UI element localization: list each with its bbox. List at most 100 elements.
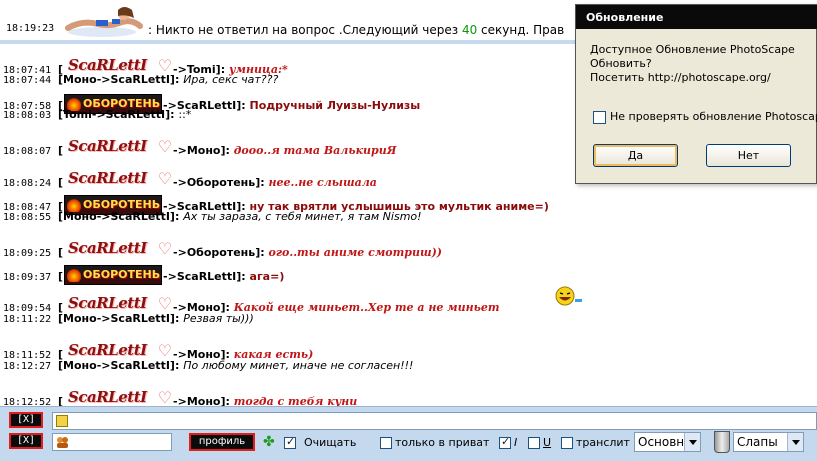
message-text: По любому минет, иначе не согласен!!!	[183, 359, 414, 372]
recipient-nick[interactable]: Оборотень	[187, 176, 255, 189]
font-select[interactable]: Основн	[634, 432, 701, 452]
private-only-checkbox[interactable]	[380, 437, 392, 449]
sender-nick[interactable]: Моно	[63, 73, 97, 86]
clear-message-button[interactable]: [X]	[9, 412, 43, 428]
recipient-nick[interactable]: ScaRLettI	[111, 312, 170, 325]
message-text: ::*	[178, 108, 192, 121]
bracket: ]:	[169, 73, 184, 86]
translit-checkbox[interactable]	[561, 437, 573, 449]
sender-nick[interactable]: Моно	[63, 312, 97, 325]
bracket: [	[58, 395, 64, 406]
dialog-line: Обновить?	[590, 57, 652, 70]
timestamp: 18:12:52	[3, 397, 52, 406]
clover-icon[interactable]: ✤	[263, 434, 275, 450]
arrow: ->	[91, 108, 106, 121]
underline-checkbox[interactable]	[528, 437, 540, 449]
bracket: ]:	[236, 99, 250, 112]
italic-checkbox[interactable]	[499, 435, 511, 449]
message-text: дооо..я тама ВалькириЯ	[233, 144, 397, 157]
arrow: ->	[173, 144, 187, 157]
system-message: : Никто не ответил на вопрос .Следующий …	[148, 23, 565, 37]
chat-line: 18:08:55 [Моно->ScaRLettI]: Ах ты зараза,…	[0, 210, 422, 224]
bracket: ]:	[255, 246, 269, 259]
message-text: Ира, секс чат???	[183, 73, 279, 86]
timestamp: 18:12:27	[3, 361, 52, 372]
sender-nick[interactable]: Tomi	[63, 108, 92, 121]
bracket: [	[58, 270, 64, 283]
no-button[interactable]: Нет	[706, 144, 791, 167]
bracket: ]:	[220, 395, 234, 406]
recipient-nick[interactable]: ScaRLettI	[177, 270, 236, 283]
chat-line: 18:08:07 [ScaRLettI ♡ ->Моно]: дооо..я тама…	[0, 139, 396, 158]
oboroten-nick-logo[interactable]: ОБОРОТЕНЬ	[64, 265, 163, 285]
timestamp: 18:09:25	[3, 248, 52, 259]
recipient-nick[interactable]: ScaRLettI	[106, 108, 165, 121]
scarlett-nick-logo[interactable]: ScaRLettI ♡	[64, 139, 172, 159]
timestamp: 18:07:44	[3, 75, 52, 86]
timestamp: 18:08:24	[3, 178, 52, 189]
message-text: ого..ты аниме смотриш))	[268, 246, 442, 259]
girl-avatar-icon	[65, 7, 143, 37]
chat-line: 18:09:54[ScaRLettI ♡ ->Моно]: Какой еще ми…	[0, 296, 500, 315]
sender-nick[interactable]: Моно	[63, 210, 97, 223]
chat-line: 18:09:37 [ОБОРОТЕНЬ ->ScaRLettI]: ага=)	[0, 265, 284, 285]
chat-line: 18:07:44 [Моно->ScaRLettI]: Ира, секс чат…	[0, 73, 278, 87]
chevron-down-icon	[684, 433, 700, 451]
underline-label: U	[543, 436, 552, 449]
arrow: ->	[96, 73, 111, 86]
scarlett-nick-logo[interactable]: ScaRLettI ♡	[64, 171, 172, 191]
bottom-toolbar: [X] [X] профиль ✤ Очищать только в прива…	[0, 406, 817, 461]
recipient-nick[interactable]: Оборотень	[187, 246, 255, 259]
message-text: нее..не слышала	[268, 176, 377, 189]
bracket: ]:	[255, 176, 269, 189]
arrow: ->	[173, 246, 187, 259]
bracket: ]:	[169, 312, 184, 325]
bracket: [	[58, 246, 64, 259]
recipient-nick[interactable]: ScaRLettI	[111, 73, 170, 86]
message-text: Подручный Луизы-Нулизы	[249, 99, 421, 112]
clear-recipient-button[interactable]: [X]	[9, 433, 43, 449]
bracket: ]:	[169, 359, 184, 372]
scarlett-nick-logo[interactable]: ScaRLettI ♡	[64, 241, 172, 261]
bracket: ]:	[236, 270, 250, 283]
chevron-down-icon	[787, 433, 803, 451]
arrow: ->	[163, 270, 177, 283]
dont-check-updates-label: Не проверять обновление Photoscape	[610, 110, 817, 123]
timestamp: 18:09:37	[3, 272, 52, 283]
arrow: ->	[173, 395, 187, 406]
message-input[interactable]	[52, 412, 817, 430]
recipient-nick[interactable]: Моно	[187, 144, 221, 157]
message-text: Какой еще миньет..Хер те а не миньет	[233, 301, 500, 314]
timestamp: 18:11:22	[3, 314, 52, 325]
recipient-input[interactable]	[52, 433, 172, 451]
laughing-smiley-icon	[555, 286, 582, 306]
private-only-label: только в приват	[395, 436, 490, 449]
sender-nick[interactable]: Моно	[63, 359, 97, 372]
recipient-nick[interactable]: Моно	[187, 395, 221, 406]
clear-checkbox[interactable]	[284, 435, 296, 449]
bracket: [	[58, 176, 64, 189]
arrow: ->	[173, 176, 187, 189]
message-text: тогда с тебя куни	[233, 395, 358, 406]
arrow: ->	[96, 210, 111, 223]
timestamp: 18:08:03	[3, 110, 52, 121]
bucket-icon[interactable]	[714, 431, 730, 453]
profile-button[interactable]: профиль	[189, 433, 255, 451]
recipient-nick[interactable]: ScaRLettI	[111, 359, 170, 372]
message-text: Резвая ты)))	[183, 312, 254, 325]
dont-check-updates-checkbox[interactable]	[593, 111, 606, 124]
chat-line: 18:09:25 [ScaRLettI ♡ ->Оборотень]: ого..ты…	[0, 241, 442, 260]
message-text: ага=)	[249, 270, 285, 283]
scarlett-nick-logo[interactable]: ScaRLettI ♡	[64, 390, 172, 406]
clear-label: Очищать	[304, 436, 357, 449]
arrow: ->	[96, 359, 111, 372]
chat-line: 18:12:27 [Моно->ScaRLettI]: По любому мин…	[0, 359, 413, 373]
slippers-select[interactable]: Слапы	[733, 432, 804, 452]
bracket: ]:	[169, 210, 184, 223]
yes-button[interactable]: Да	[593, 144, 678, 167]
chat-line: 18:08:03 [Tomi->ScaRLettI]: ::*	[0, 108, 191, 122]
recipient-nick[interactable]: ScaRLettI	[111, 210, 170, 223]
bracket: ]:	[220, 144, 234, 157]
arrow: ->	[96, 312, 111, 325]
chat-line: 18:12:52 [ScaRLettI ♡ ->Моно]: тогда с тебя…	[0, 390, 358, 407]
